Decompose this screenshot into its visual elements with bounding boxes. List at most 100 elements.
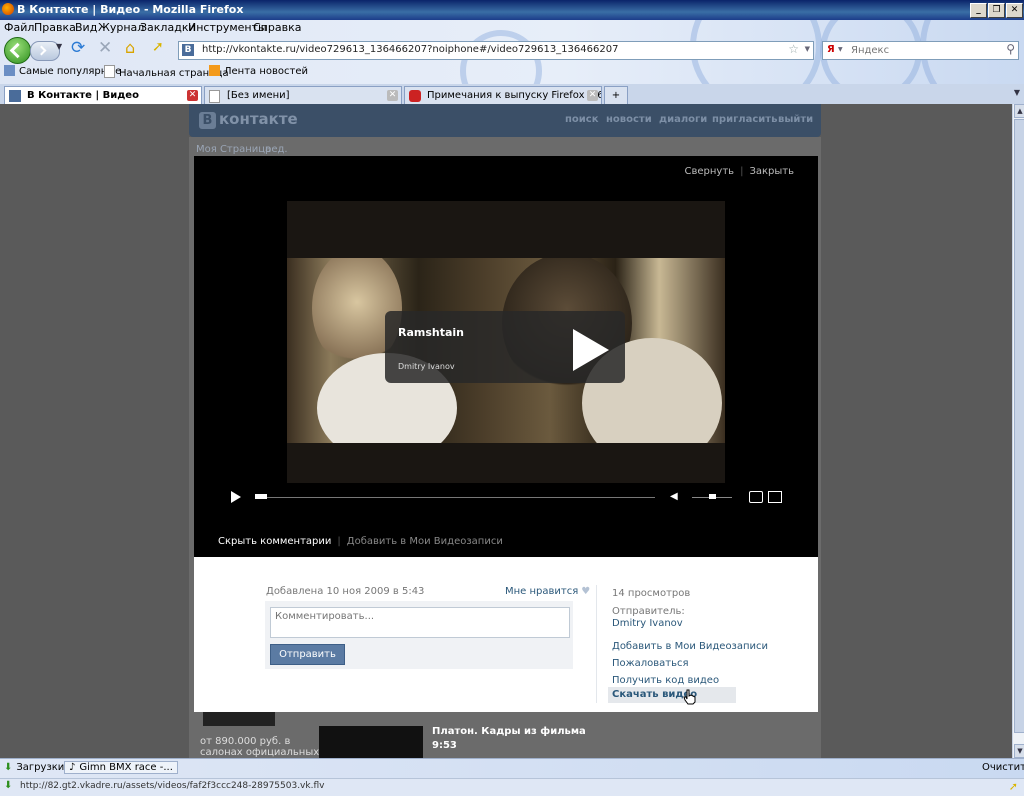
- download-icon: ⬇: [4, 762, 13, 773]
- video-author: Dmitry Ivanov: [398, 362, 455, 371]
- music-file-icon: ♪: [69, 762, 76, 773]
- add-to-my-videos-link[interactable]: Добавить в Мои Видеозаписи: [347, 536, 503, 547]
- tab-list-icon[interactable]: ▼: [1014, 88, 1020, 97]
- menu-edit-link[interactable]: ред.: [265, 144, 288, 155]
- like-button[interactable]: Мне нравится ♥: [505, 586, 590, 597]
- video-player[interactable]: Ramshtain Dmitry Ivanov: [287, 201, 725, 483]
- new-tab-button[interactable]: +: [604, 86, 628, 105]
- vk-logo-text: контакте: [219, 110, 298, 128]
- hide-comments-link[interactable]: Скрыть комментарии: [218, 536, 331, 547]
- home-icon[interactable]: ⌂: [125, 38, 135, 57]
- play-icon[interactable]: [573, 329, 609, 371]
- vk-logo-letter: B: [199, 112, 216, 129]
- seek-handle[interactable]: [255, 494, 267, 499]
- bookmark-star-icon[interactable]: ☆: [788, 42, 799, 56]
- added-date: Добавлена 10 ноя 2009 в 5:43: [266, 586, 425, 597]
- back-button[interactable]: [4, 37, 31, 64]
- menu-edit[interactable]: Правка: [34, 21, 76, 34]
- downloads-bar: ⬇Загрузки ♪Gimn BMX race -... Очистить: [0, 758, 1024, 779]
- views-count: 14 просмотров: [612, 588, 691, 599]
- comment-input[interactable]: [270, 607, 570, 638]
- window-title: В Контакте | Видео - Mozilla Firefox: [17, 3, 244, 16]
- seek-bar[interactable]: [255, 497, 655, 498]
- page-scrollbar[interactable]: ▲ ▼: [1012, 104, 1024, 758]
- add-to-videos-link[interactable]: Добавить в Мои Видеозаписи: [612, 641, 768, 652]
- close-window-button[interactable]: ✕: [1006, 3, 1023, 18]
- status-bar: ⬇ http://82.gt2.vkadre.ru/assets/videos/…: [0, 778, 1024, 796]
- url-dropdown-icon[interactable]: ▼: [805, 45, 810, 53]
- rss-icon: [209, 65, 220, 76]
- report-link[interactable]: Пожаловаться: [612, 658, 689, 669]
- search-engine-dropdown-icon[interactable]: ▼: [838, 46, 843, 53]
- vk-nav-news[interactable]: новости: [606, 114, 652, 125]
- downloads-button[interactable]: ⬇ Загрузки: [4, 762, 64, 773]
- promo-image[interactable]: [203, 712, 275, 726]
- send-button[interactable]: Отправить: [270, 644, 345, 665]
- video-info-box[interactable]: Ramshtain Dmitry Ivanov: [385, 311, 625, 383]
- url-bar[interactable]: B http://vkontakte.ru/video729613_136466…: [178, 41, 814, 60]
- related-video-duration: 9:53: [432, 740, 457, 751]
- page-icon: [209, 90, 220, 103]
- close-tab-icon[interactable]: ✕: [387, 90, 398, 101]
- vk-nav-invite[interactable]: пригласить: [712, 114, 777, 125]
- quality-icon[interactable]: [749, 491, 763, 503]
- scroll-down-icon[interactable]: ▼: [1014, 744, 1024, 758]
- search-bar[interactable]: Я ▼ ⚲: [822, 41, 1019, 60]
- mozilla-favicon: [409, 90, 421, 102]
- status-cursor-icon: ➚: [1008, 780, 1018, 793]
- vk-nav-logout[interactable]: выйти: [778, 114, 813, 125]
- sender-link[interactable]: Dmitry Ivanov: [612, 618, 683, 629]
- window-titlebar: В Контакте | Видео - Mozilla Firefox _ ❐…: [0, 0, 1024, 20]
- menu-help[interactable]: Справка: [253, 21, 301, 34]
- close-link[interactable]: Закрыть: [749, 166, 794, 177]
- url-text[interactable]: http://vkontakte.ru/video729613_13646620…: [202, 44, 618, 55]
- volume-handle[interactable]: [709, 494, 716, 499]
- history-dropdown-icon[interactable]: ▼: [56, 42, 62, 51]
- close-tab-icon[interactable]: ✕: [587, 90, 598, 101]
- bookmark-folder-icon: [4, 65, 15, 76]
- player-controls: ◀: [228, 488, 784, 506]
- vk-header: Bконтакте поиск новости диалоги пригласи…: [189, 104, 821, 137]
- menu-view[interactable]: Вид: [75, 21, 97, 34]
- video-details-panel: Добавлена 10 ноя 2009 в 5:43 Мне нравитс…: [194, 557, 818, 712]
- get-embed-code-link[interactable]: Получить код видео: [612, 675, 719, 686]
- status-download-icon: ⬇: [4, 780, 13, 791]
- search-icon[interactable]: ⚲: [1006, 42, 1015, 56]
- yandex-icon[interactable]: Я: [827, 44, 835, 55]
- reload-icon[interactable]: ⟳: [71, 38, 85, 58]
- vk-nav-dialogs[interactable]: диалоги: [659, 114, 707, 125]
- tab-strip: В Контакте | Видео ✕ [Без имени] ✕ Приме…: [0, 84, 1024, 106]
- cursor-tool-icon[interactable]: ➚: [152, 39, 164, 55]
- download-video-link[interactable]: Скачать видео: [608, 687, 736, 703]
- search-input[interactable]: [851, 43, 1001, 57]
- site-favicon: B: [182, 44, 194, 56]
- scroll-thumb[interactable]: [1014, 119, 1024, 733]
- tab-untitled[interactable]: [Без имени] ✕: [204, 86, 402, 105]
- vk-favicon: [9, 90, 21, 102]
- tab-firefox-release-notes[interactable]: Примечания к выпуску Firefox 3.6.14 | ✕: [404, 86, 602, 105]
- scroll-up-icon[interactable]: ▲: [1014, 104, 1024, 118]
- menu-file[interactable]: Файл: [4, 21, 34, 34]
- collapse-link[interactable]: Свернуть: [685, 166, 735, 177]
- maximize-button[interactable]: ❐: [988, 3, 1005, 18]
- fullscreen-icon[interactable]: [768, 491, 782, 503]
- minimize-button[interactable]: _: [970, 3, 987, 18]
- promo-text: от 890.000 руб. в салонах официальных: [200, 736, 320, 758]
- heart-icon: ♥: [581, 586, 591, 597]
- stop-icon[interactable]: ✕: [98, 38, 112, 58]
- menu-my-page[interactable]: Моя Страница: [196, 144, 271, 155]
- clear-downloads-button[interactable]: Очистить: [982, 762, 1024, 773]
- volume-icon[interactable]: ◀: [670, 492, 680, 502]
- bookmark-news-feed[interactable]: Лента новостей: [209, 65, 308, 77]
- menu-history[interactable]: Журнал: [98, 21, 144, 34]
- vk-logo[interactable]: Bконтакте: [199, 110, 301, 129]
- related-video-title[interactable]: Платон. Кадры из фильма: [432, 726, 586, 737]
- download-item[interactable]: ♪ Gimn BMX race -...: [64, 761, 178, 774]
- vk-nav-search[interactable]: поиск: [565, 114, 599, 125]
- tab-vkontakte-video[interactable]: В Контакте | Видео ✕: [4, 86, 202, 106]
- play-button[interactable]: [231, 491, 241, 503]
- close-tab-icon[interactable]: ✕: [187, 90, 198, 101]
- status-text: http://82.gt2.vkadre.ru/assets/videos/fa…: [20, 781, 325, 791]
- video-thumbnail[interactable]: [319, 726, 423, 758]
- comment-box: Отправить: [265, 601, 573, 669]
